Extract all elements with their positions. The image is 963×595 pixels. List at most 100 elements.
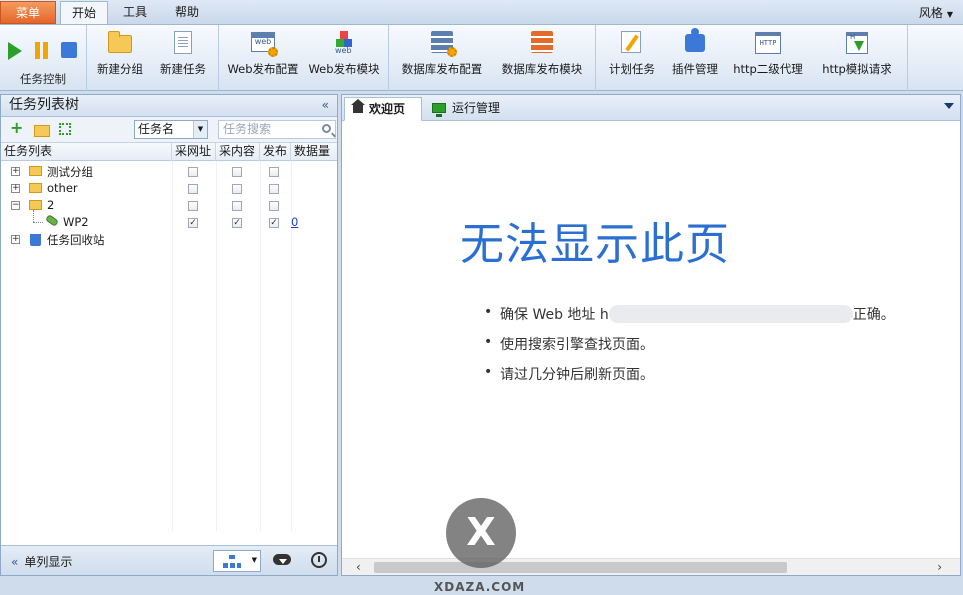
play-icon[interactable]	[8, 42, 22, 60]
col-publish[interactable]: 发布	[260, 143, 291, 161]
new-group-button[interactable]: 新建分组	[95, 29, 145, 77]
db-publish-config-button[interactable]: 数据库发布配置	[399, 29, 485, 77]
search-field-value: 任务名	[138, 122, 175, 136]
db-publish-config-label: 数据库发布配置	[401, 62, 483, 76]
new-task-button[interactable]: 新建任务	[157, 29, 209, 77]
tools-group: 计划任务 插件管理 HTTP http二级代理 H http模拟请求	[596, 25, 908, 91]
menu-tab-help[interactable]: 帮助	[162, 1, 212, 24]
style-menu[interactable]: 风格 ▼	[919, 4, 953, 21]
scroll-left-icon[interactable]: ‹	[356, 560, 361, 574]
watermark-text: XDAZA.COM	[434, 580, 526, 594]
scheduled-task-button[interactable]: 计划任务	[606, 29, 658, 77]
plugin-manage-button[interactable]: 插件管理	[668, 28, 722, 77]
scrollbar-thumb[interactable]	[374, 562, 787, 573]
publish-checkbox[interactable]: ✓	[269, 218, 279, 228]
search-field-select[interactable]: 任务名 ▼	[134, 120, 208, 139]
web-publish-config-button[interactable]: web Web发布配置	[227, 29, 299, 77]
task-control-label: 任务控制	[20, 72, 66, 86]
task-grid-header: 任务列表 采网址 采内容 发布 数据量	[1, 143, 337, 161]
double-chevron-left-icon[interactable]: «	[322, 95, 329, 116]
publish-checkbox[interactable]	[269, 167, 279, 177]
collapse-minus-icon[interactable]: −	[11, 201, 20, 210]
add-icon[interactable]: +	[10, 120, 24, 136]
tree-connector	[33, 222, 43, 223]
ribbon: 任务控制 新建分组 新建任务 web Web发布配置 web Web发布模块 数…	[0, 24, 963, 91]
search-icon[interactable]	[322, 124, 331, 133]
task-search-input[interactable]: 任务搜索	[218, 120, 336, 139]
tree-row-label: 任务回收站	[47, 233, 105, 247]
plugin-manage-label: 插件管理	[672, 62, 718, 76]
col-collect-url[interactable]: 采网址	[172, 143, 216, 161]
scheduled-task-label: 计划任务	[609, 62, 655, 76]
tree-row-recycle-bin[interactable]: + 任务回收站	[1, 231, 337, 248]
menu-tab-tools[interactable]: 工具	[110, 1, 160, 24]
publish-checkbox[interactable]	[269, 201, 279, 211]
task-tree-toolbar: + 任务名 ▼ 任务搜索	[1, 117, 337, 143]
folder-icon	[29, 166, 42, 176]
expand-plus-icon[interactable]: +	[11, 167, 20, 176]
collect-content-checkbox[interactable]	[232, 184, 242, 194]
chevron-down-icon: ▼	[946, 10, 953, 19]
folder-open-icon	[29, 200, 42, 210]
menu-tab-start[interactable]: 开始	[60, 1, 108, 25]
menu-tab-main[interactable]: 菜单	[0, 1, 56, 24]
monitor-icon	[432, 103, 446, 117]
http-icon: HTTP	[755, 29, 781, 55]
col-collect-content[interactable]: 采内容	[216, 143, 260, 161]
col-data-count[interactable]: 数据量	[291, 143, 337, 161]
tree-row-label: 2	[47, 198, 55, 212]
main-panel: 欢迎页 运行管理 无法显示此页 确保 Web 地址 h正确。 使用搜索引擎查找页…	[341, 94, 961, 576]
expand-plus-icon[interactable]: +	[11, 235, 20, 244]
horizontal-scrollbar[interactable]: ‹ ›	[342, 558, 960, 575]
http-simulate-label: http模拟请求	[822, 62, 892, 76]
tab-welcome[interactable]: 欢迎页	[344, 97, 422, 121]
http-proxy-button[interactable]: HTTP http二级代理	[730, 29, 806, 77]
collect-content-checkbox[interactable]	[232, 167, 242, 177]
col-task-list[interactable]: 任务列表	[1, 143, 172, 161]
single-column-toggle[interactable]: « 单列显示	[11, 553, 72, 570]
collect-url-checkbox[interactable]	[188, 201, 198, 211]
stop-icon[interactable]	[61, 42, 77, 58]
tree-row-2[interactable]: − 2	[1, 197, 337, 214]
tree-row-test-group[interactable]: + 测试分组	[1, 163, 337, 180]
web-module-icon: web	[331, 29, 357, 55]
folder-icon[interactable]	[34, 122, 50, 137]
new-task-label: 新建任务	[160, 62, 206, 76]
tab-list-dropdown-icon[interactable]	[944, 103, 954, 109]
http-simulate-button[interactable]: H http模拟请求	[818, 29, 896, 77]
tree-row-other[interactable]: + other	[1, 180, 337, 197]
task-tree-header: 任务列表树 «	[1, 95, 337, 117]
tab-run-manage[interactable]: 运行管理	[426, 97, 522, 121]
menubar: 菜单 开始 工具 帮助 风格 ▼	[0, 0, 963, 25]
tree-view-button[interactable]: ▼	[213, 550, 261, 572]
data-count-link[interactable]: 0	[291, 215, 298, 229]
publish-checkbox[interactable]	[269, 184, 279, 194]
collect-url-checkbox[interactable]: ✓	[188, 218, 198, 228]
chevron-down-icon: ▼	[251, 556, 257, 564]
web-publish-config-label: Web发布配置	[227, 62, 299, 76]
task-tree-footer: « 单列显示 ▼	[1, 545, 337, 575]
task-tree-panel: 任务列表树 « + 任务名 ▼ 任务搜索 任务列表 采网址 采内容 发布 数据量…	[0, 94, 338, 576]
single-column-label: 单列显示	[24, 555, 73, 569]
collect-url-checkbox[interactable]	[188, 167, 198, 177]
collect-url-checkbox[interactable]	[188, 184, 198, 194]
pause-icon[interactable]	[35, 42, 49, 59]
db-publish-module-button[interactable]: 数据库发布模块	[499, 29, 585, 77]
clock-icon[interactable]	[311, 552, 327, 568]
expand-plus-icon[interactable]: +	[11, 184, 20, 193]
db-publish-group: 数据库发布配置 数据库发布模块	[389, 25, 596, 91]
collect-content-checkbox[interactable]: ✓	[232, 218, 242, 228]
task-leaf-icon	[45, 214, 59, 227]
scroll-right-icon[interactable]: ›	[937, 560, 942, 574]
redacted-url	[608, 305, 853, 323]
expand-icon[interactable]	[59, 123, 71, 135]
task-search-placeholder: 任务搜索	[223, 122, 272, 136]
collect-content-checkbox[interactable]	[232, 201, 242, 211]
web-publish-module-button[interactable]: web Web发布模块	[307, 29, 381, 77]
web-publish-module-label: Web发布模块	[308, 62, 380, 76]
database-config-icon	[429, 29, 457, 57]
cloud-download-icon[interactable]	[273, 554, 291, 565]
chevron-down-icon: ▼	[193, 121, 207, 138]
tree-row-wp2[interactable]: WP2 ✓ ✓ ✓ 0	[1, 210, 337, 231]
puzzle-icon	[682, 28, 708, 55]
